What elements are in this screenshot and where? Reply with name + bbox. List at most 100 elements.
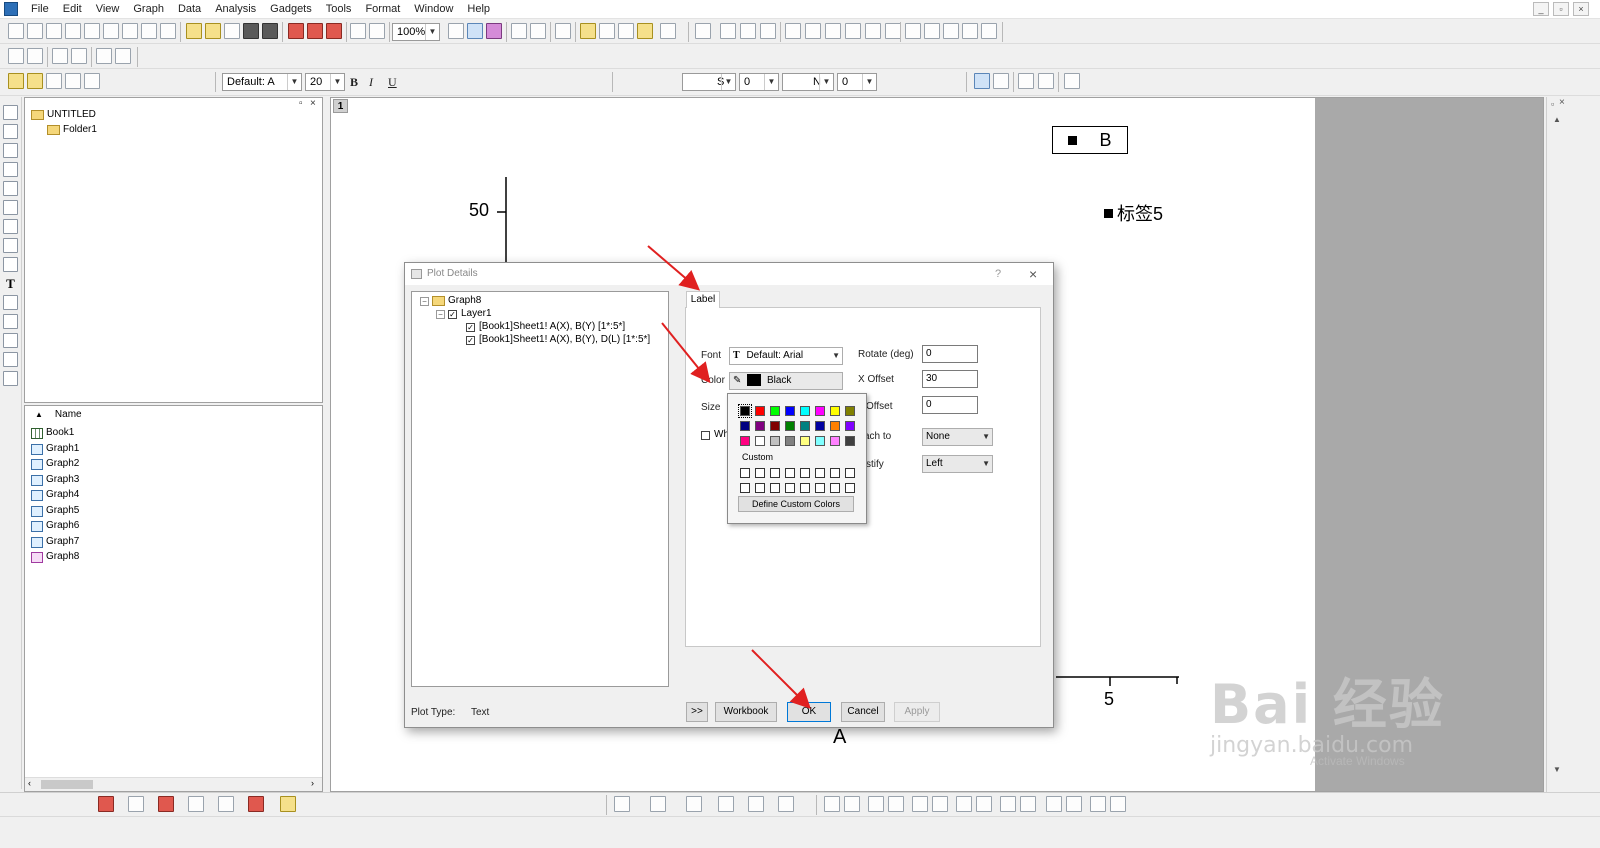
- pin-icon[interactable]: ▫: [299, 99, 303, 109]
- add-bottom-x-icon[interactable]: [785, 23, 801, 39]
- open-excel-icon[interactable]: [224, 23, 240, 39]
- import-ascii-icon[interactable]: [288, 23, 304, 39]
- attach-combo[interactable]: None ▼: [922, 428, 993, 446]
- pointer-icon[interactable]: [3, 105, 18, 120]
- statistics-plot-icon[interactable]: [158, 796, 174, 812]
- custom-color-swatch[interactable]: [770, 468, 780, 478]
- superscript-icon[interactable]: [405, 73, 421, 89]
- align-left-icon[interactable]: [824, 796, 840, 812]
- left-align-icon[interactable]: [516, 73, 532, 89]
- tab-label[interactable]: Label: [686, 291, 720, 308]
- unlock-icon[interactable]: [27, 73, 43, 89]
- new-excel-icon[interactable]: [65, 23, 81, 39]
- zoom-out-icon[interactable]: [3, 143, 18, 158]
- move-right-icon[interactable]: [52, 48, 68, 64]
- custom-color-swatch[interactable]: [800, 483, 810, 493]
- ungroup-icon[interactable]: [84, 73, 100, 89]
- project-explorer-icon[interactable]: [555, 23, 571, 39]
- recalculate-icon[interactable]: [369, 23, 385, 39]
- dialog-close-button[interactable]: ×: [1029, 263, 1037, 285]
- line-tool-icon[interactable]: [3, 314, 18, 329]
- front-icon[interactable]: [46, 73, 62, 89]
- menu-file[interactable]: File: [24, 0, 56, 19]
- script-window-icon[interactable]: [599, 23, 615, 39]
- font-combo[interactable]: T Default: Arial ▼: [729, 347, 843, 365]
- unmask-icon[interactable]: [993, 73, 1009, 89]
- close-child-icon[interactable]: ×: [1559, 97, 1565, 108]
- color-swatch[interactable]: [738, 404, 752, 418]
- window-list-icon[interactable]: [530, 23, 546, 39]
- font-select[interactable]: Default: A ▼: [222, 73, 302, 91]
- menu-window[interactable]: Window: [407, 0, 460, 19]
- command-window-icon[interactable]: [618, 23, 634, 39]
- close-button[interactable]: ×: [1573, 2, 1589, 16]
- white-out-option[interactable]: Wh: [701, 428, 729, 442]
- new-workbook-icon[interactable]: [46, 23, 62, 39]
- object-edit-icon[interactable]: [8, 73, 24, 89]
- line-width-select[interactable]: 0 ▼: [739, 73, 779, 91]
- legend-icon[interactable]: [905, 23, 921, 39]
- dialog-titlebar[interactable]: Plot Details ? ×: [405, 263, 1053, 285]
- area-plot-icon[interactable]: [188, 796, 204, 812]
- fill-value-select[interactable]: 0 ▼: [837, 73, 877, 91]
- color-swatch[interactable]: [740, 421, 750, 431]
- shape-tool-icon[interactable]: [3, 333, 18, 348]
- data-label[interactable]: 标签5: [1104, 200, 1163, 226]
- custom-color-swatch[interactable]: [785, 468, 795, 478]
- menu-help[interactable]: Help: [460, 0, 497, 19]
- grid-3d-icon[interactable]: [748, 796, 764, 812]
- print-icon[interactable]: [448, 23, 464, 39]
- code-builder-icon[interactable]: [637, 23, 653, 39]
- scroll-right-icon[interactable]: ›: [311, 778, 314, 788]
- template-library-icon[interactable]: [280, 796, 296, 812]
- vertical-scrollbar[interactable]: ▫ × ▲ ▼: [1546, 97, 1566, 792]
- color-swatch[interactable]: [770, 421, 780, 431]
- align-horizontal-icon[interactable]: [932, 796, 948, 812]
- collapse-icon[interactable]: −: [436, 309, 445, 319]
- color-swatch[interactable]: [830, 436, 840, 446]
- legend[interactable]: B: [1052, 126, 1128, 154]
- add-inset-icon[interactable]: [845, 23, 861, 39]
- column-align-icon[interactable]: [546, 73, 562, 89]
- color-swatch[interactable]: [785, 436, 795, 446]
- list-item[interactable]: Graph8: [31, 550, 79, 564]
- custom-color-swatch[interactable]: [830, 468, 840, 478]
- italic-button[interactable]: I: [369, 73, 373, 91]
- group-objects-icon[interactable]: [1046, 796, 1062, 812]
- draw-data-icon[interactable]: [3, 219, 18, 234]
- data-selector-icon[interactable]: [3, 181, 18, 196]
- ungroup-objects-icon[interactable]: [1066, 796, 1082, 812]
- color-swatch[interactable]: [845, 436, 855, 446]
- select-all-icon[interactable]: [1090, 796, 1106, 812]
- send-back-icon[interactable]: [1020, 796, 1036, 812]
- extract-layers-icon[interactable]: [760, 23, 776, 39]
- graph-3d-icon[interactable]: [128, 796, 144, 812]
- move-first-icon[interactable]: [96, 48, 112, 64]
- list-item[interactable]: Graph2: [31, 457, 79, 471]
- layer-checkbox[interactable]: ✓: [448, 309, 457, 319]
- white-out-checkbox[interactable]: [701, 430, 710, 440]
- color-swatch[interactable]: [800, 406, 810, 416]
- color-swatch[interactable]: [845, 406, 855, 416]
- scale-bar-icon[interactable]: [943, 23, 959, 39]
- custom-color-swatch[interactable]: [740, 483, 750, 493]
- apply-button[interactable]: Apply: [894, 702, 940, 722]
- tree-graph[interactable]: − Graph8: [420, 294, 481, 308]
- scrollbar-thumb[interactable]: [41, 780, 93, 789]
- cancel-button[interactable]: Cancel: [841, 702, 885, 722]
- color-swatch[interactable]: [740, 436, 750, 446]
- rotate-3d-icon[interactable]: [614, 796, 630, 812]
- table-format-icon[interactable]: [940, 73, 956, 89]
- data-reader-icon[interactable]: [3, 200, 18, 215]
- color-swatch[interactable]: [755, 406, 765, 416]
- results-log-icon[interactable]: [580, 23, 596, 39]
- save-window-icon[interactable]: [262, 23, 278, 39]
- help-button[interactable]: ?: [995, 263, 1001, 285]
- swap-columns-icon[interactable]: [8, 48, 24, 64]
- justify-combo[interactable]: Left ▼: [922, 455, 993, 473]
- list-item[interactable]: Graph7: [31, 535, 79, 549]
- increase-font-icon[interactable]: [480, 73, 496, 89]
- color-swatch[interactable]: [770, 436, 780, 446]
- mask-icon[interactable]: [974, 73, 990, 89]
- align-right-icon[interactable]: [844, 796, 860, 812]
